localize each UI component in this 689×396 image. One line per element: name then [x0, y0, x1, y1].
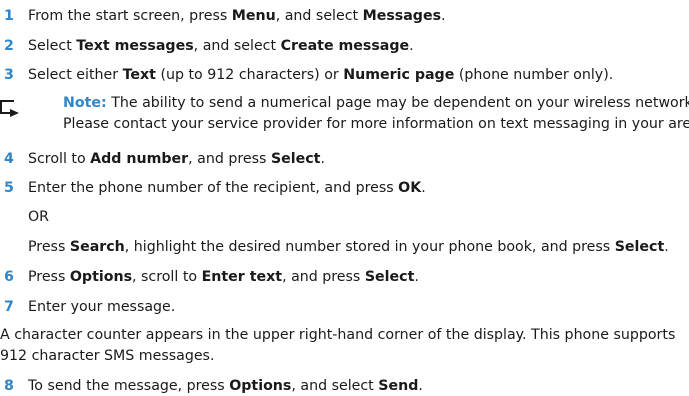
step-text: Scroll to Add number, and press Select. [28, 151, 325, 167]
step-number: 5 [4, 180, 14, 196]
note-line-2: Please contact your service provider for… [63, 116, 689, 132]
step-text: Enter your message. [28, 299, 176, 315]
step-number: 8 [4, 378, 14, 394]
step-number: 7 [4, 299, 14, 315]
counter-paragraph-line-1: A character counter appears in the upper… [0, 327, 676, 343]
note-line-1: Note: The ability to send a numerical pa… [63, 95, 689, 111]
alt-step-text: Press Search, highlight the desired numb… [28, 239, 669, 255]
step-text: Select either Text (up to 912 characters… [28, 67, 614, 83]
step-text: Select Text messages, and select Create … [28, 38, 414, 54]
step-number: 1 [4, 8, 14, 24]
step-text: From the start screen, press Menu, and s… [28, 8, 446, 24]
step-number: 2 [4, 38, 14, 54]
or-text: OR [28, 209, 50, 225]
step-number: 3 [4, 67, 14, 83]
step-text: Press Options, scroll to Enter text, and… [28, 269, 419, 285]
note-icon [0, 100, 19, 117]
step-text: To send the message, press Options, and … [28, 378, 423, 394]
counter-paragraph-line-2: 912 character SMS messages. [0, 348, 215, 364]
step-number: 6 [4, 269, 14, 285]
step-number: 4 [4, 151, 14, 167]
step-text: Enter the phone number of the recipient,… [28, 180, 426, 196]
note-label: Note: [63, 95, 107, 111]
